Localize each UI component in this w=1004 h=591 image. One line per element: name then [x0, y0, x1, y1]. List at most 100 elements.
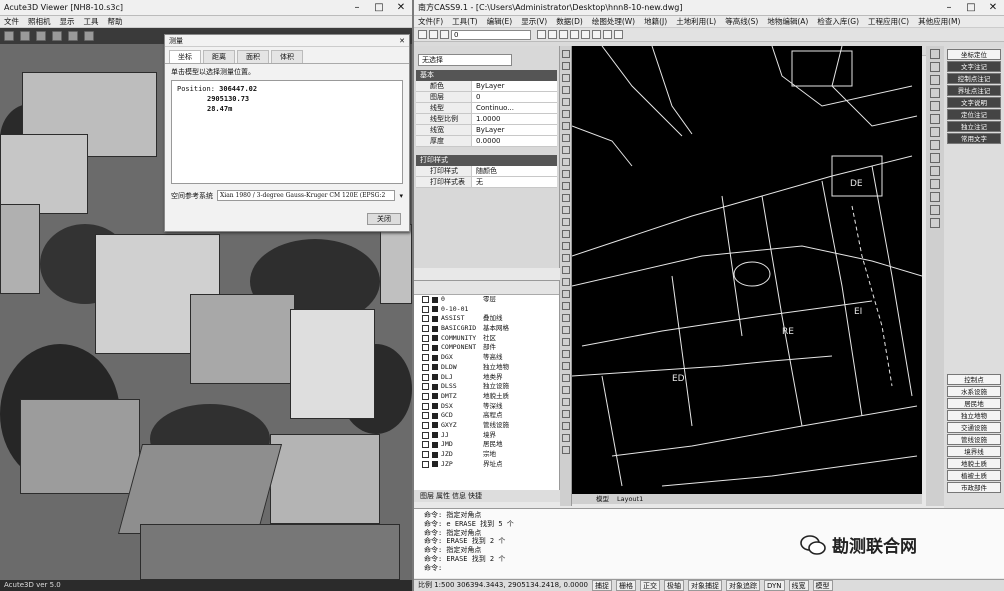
status-toggle[interactable]: 捕捉 [592, 580, 612, 591]
layer-visible-checkbox[interactable] [422, 296, 429, 303]
draw-tool-icon[interactable] [562, 350, 570, 358]
menu-item[interactable]: 文件(F) [418, 16, 443, 27]
panel-button[interactable]: 市政部件 [947, 482, 1001, 493]
panel-button[interactable]: 独立地物 [947, 410, 1001, 421]
panel-button[interactable]: 水系设施 [947, 386, 1001, 397]
menu-file[interactable]: 文件 [4, 16, 19, 27]
property-value[interactable]: Continuo... [472, 103, 557, 113]
menu-camera[interactable]: 照相机 [28, 16, 51, 27]
layer-row[interactable]: JZD 宗地 [414, 450, 559, 460]
menu-item[interactable]: 绘图处理(W) [592, 16, 635, 27]
property-value[interactable]: 0 [472, 92, 557, 102]
menu-item[interactable]: 显示(V) [521, 16, 547, 27]
draw-tool-icon[interactable] [562, 386, 570, 394]
layer-visible-checkbox[interactable] [422, 383, 429, 391]
panel-button[interactable]: 交通设施 [947, 422, 1001, 433]
modify-tool-icon[interactable] [930, 179, 940, 189]
status-toggle[interactable]: 模型 [812, 580, 833, 591]
property-value[interactable]: 无 [472, 177, 557, 187]
menu-item[interactable]: 工程应用(C) [868, 16, 909, 27]
minimize-icon[interactable]: – [938, 0, 960, 16]
modify-tool-icon[interactable] [930, 101, 940, 111]
draw-tool-icon[interactable] [562, 62, 570, 70]
layer-row[interactable]: DLJ 地类界 [414, 373, 559, 383]
tab-coordinate[interactable]: 坐标 [169, 50, 201, 63]
draw-tool-icon[interactable] [562, 206, 570, 214]
layer-dropdown[interactable]: 0 [451, 29, 531, 40]
property-value[interactable]: ByLayer [472, 125, 557, 135]
draw-tool-icon[interactable] [562, 170, 570, 178]
new-icon[interactable] [418, 30, 427, 39]
draw-tool-icon[interactable] [562, 242, 570, 250]
maximize-icon[interactable]: □ [960, 0, 982, 16]
modify-tool-icon[interactable] [930, 75, 940, 85]
layer-row[interactable]: COMMUNITY 社区 [414, 334, 559, 344]
open-folder-icon[interactable] [4, 31, 14, 41]
draw-tool-icon[interactable] [562, 326, 570, 334]
layer-visible-checkbox[interactable] [422, 363, 429, 371]
layer-visible-checkbox[interactable] [422, 354, 429, 362]
modify-tool-icon[interactable] [930, 205, 940, 215]
draw-tool-icon[interactable] [562, 86, 570, 94]
tab-quick[interactable]: 快捷 [468, 490, 482, 502]
layer-row[interactable]: COMPONENT 部件 [414, 343, 559, 353]
draw-tool-icon[interactable] [562, 338, 570, 346]
panel-button[interactable]: 地貌土质 [947, 458, 1001, 469]
print-section-header[interactable]: 打印样式 [416, 155, 557, 166]
layer-row[interactable]: ASSIST 叠加线 [414, 314, 559, 324]
property-row[interactable]: 图层 0 [416, 92, 557, 103]
draw-tool-icon[interactable] [562, 434, 570, 442]
close-button[interactable]: 关闭 [367, 213, 401, 225]
panel-button[interactable]: 常用文字 [947, 133, 1001, 144]
panel-button[interactable]: 管线设施 [947, 434, 1001, 445]
panel-button[interactable]: 定位注记 [947, 109, 1001, 120]
draw-tool-icon[interactable] [562, 254, 570, 262]
menu-item[interactable]: 等高线(S) [725, 16, 758, 27]
draw-tool-icon[interactable] [562, 314, 570, 322]
walk-icon[interactable] [52, 31, 62, 41]
crs-select[interactable]: Xian 1980 / 3-degree Gauss-Kruger CM 120… [217, 190, 396, 201]
layer-visible-checkbox[interactable] [422, 392, 429, 400]
layer-row[interactable]: DGX 等高线 [414, 353, 559, 363]
draw-tool-icon[interactable] [562, 398, 570, 406]
tab-info[interactable]: 信息 [452, 490, 466, 502]
panel-button[interactable]: 界址点注记 [947, 85, 1001, 96]
draw-tool-icon[interactable] [562, 410, 570, 418]
panel-button[interactable]: 坐标定位 [947, 49, 1001, 60]
draw-tool-icon[interactable] [562, 182, 570, 190]
status-toggle[interactable]: 栅格 [616, 580, 636, 591]
layer-visible-checkbox[interactable] [422, 421, 429, 429]
layer-row[interactable]: DMTZ 地貌土质 [414, 392, 559, 402]
snap-icon[interactable] [614, 30, 623, 39]
panel-button[interactable]: 境界线 [947, 446, 1001, 457]
panel-button[interactable]: 居民地 [947, 398, 1001, 409]
draw-tool-icon[interactable] [562, 134, 570, 142]
property-row[interactable]: 厚度 0.0000 [416, 136, 557, 147]
layer-row[interactable]: JJ 境界 [414, 431, 559, 441]
layer-row[interactable]: JZP 界址点 [414, 460, 559, 470]
layer-row[interactable]: DLDW 独立地物 [414, 363, 559, 373]
layer-visible-checkbox[interactable] [422, 431, 429, 439]
modify-tool-icon[interactable] [930, 49, 940, 59]
undo-icon[interactable] [581, 30, 590, 39]
layer-visible-checkbox[interactable] [422, 334, 429, 342]
layer-row[interactable]: 0 零层 [414, 295, 559, 305]
draw-tool-icon[interactable] [562, 218, 570, 226]
tab-distance[interactable]: 距离 [203, 50, 235, 63]
draw-tool-icon[interactable] [562, 122, 570, 130]
layer-visible-checkbox[interactable] [422, 373, 429, 381]
close-icon[interactable]: ✕ [982, 0, 1004, 16]
modify-tool-icon[interactable] [930, 140, 940, 150]
measure-icon[interactable] [603, 30, 612, 39]
save-icon[interactable] [440, 30, 449, 39]
status-toggle[interactable]: 对象追踪 [726, 580, 760, 591]
layer-visible-checkbox[interactable] [422, 441, 429, 449]
layer-row[interactable]: GXYZ 管线设施 [414, 421, 559, 431]
pan-icon[interactable] [36, 31, 46, 41]
draw-tool-icon[interactable] [562, 362, 570, 370]
layer-row[interactable]: DLSS 独立设施 [414, 382, 559, 392]
redo-icon[interactable] [592, 30, 601, 39]
tab-model[interactable]: 模型 [596, 494, 609, 504]
selection-dropdown[interactable]: 无选择 [418, 54, 512, 66]
tab-volume[interactable]: 体积 [271, 50, 303, 63]
